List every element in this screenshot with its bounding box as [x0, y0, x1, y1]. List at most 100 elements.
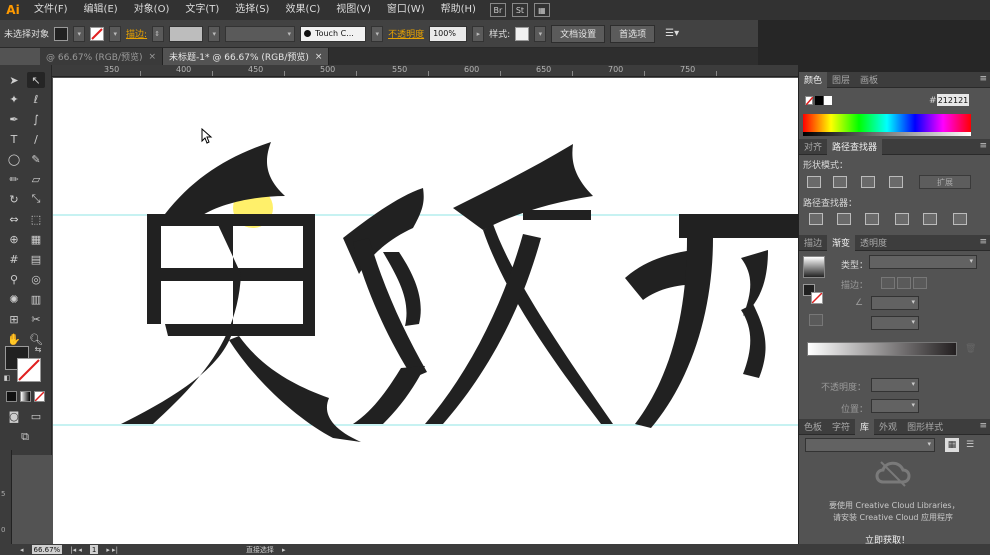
stroke-dropdown-icon[interactable]: ▾: [109, 25, 122, 42]
graphic-style-swatch[interactable]: [515, 26, 530, 41]
gradient-tool-icon[interactable]: ▤: [27, 251, 45, 267]
gradient-aspect-field[interactable]: ▾: [871, 316, 919, 330]
grid-view-icon[interactable]: ▦: [945, 438, 959, 452]
tab-appearance[interactable]: 外观: [874, 419, 902, 435]
first-artboard-icon[interactable]: |◂ ◂: [70, 546, 82, 554]
panel-menu-icon[interactable]: ≡: [979, 74, 987, 84]
arrange-documents-icon[interactable]: ▦: [533, 3, 550, 17]
opacity-label[interactable]: 不透明度: [388, 27, 424, 40]
eyedropper-tool-icon[interactable]: ⚲: [5, 271, 23, 287]
type-tool-icon[interactable]: T: [5, 131, 23, 147]
tab-stroke[interactable]: 描边: [799, 235, 827, 251]
tab-character[interactable]: 字符: [827, 419, 855, 435]
change-screen-mode-icon[interactable]: ⧉: [16, 429, 34, 445]
perspective-grid-tool-icon[interactable]: ▦: [27, 231, 45, 247]
glyph-2[interactable]: [343, 144, 613, 424]
line-tool-icon[interactable]: /: [27, 131, 45, 147]
mesh-tool-icon[interactable]: #: [5, 251, 23, 267]
artboard-number-field[interactable]: 1: [89, 545, 99, 554]
tab-artboards[interactable]: 画板: [855, 72, 883, 88]
pen-tool-icon[interactable]: ✒: [5, 111, 23, 127]
tab-swatches[interactable]: 色板: [799, 419, 827, 435]
menu-edit[interactable]: 编辑(E): [76, 0, 126, 20]
glyph-3[interactable]: [625, 214, 798, 428]
menu-effect[interactable]: 效果(C): [277, 0, 328, 20]
brush-dropdown-icon[interactable]: ▾: [371, 25, 384, 42]
pencil-tool-icon[interactable]: ✏: [5, 171, 23, 187]
fill-swatch[interactable]: [54, 26, 69, 41]
blend-tool-icon[interactable]: ◎: [27, 271, 45, 287]
unite-icon[interactable]: [807, 176, 821, 188]
scale-tool-icon[interactable]: ⤡: [27, 191, 45, 207]
black-swatch[interactable]: [815, 96, 823, 105]
stroke-weight-field[interactable]: [169, 25, 204, 42]
stroke-color-box[interactable]: [17, 358, 41, 382]
gradient-type-select[interactable]: ▾: [869, 255, 977, 269]
fill-dropdown-icon[interactable]: ▾: [73, 25, 86, 42]
ellipse-tool-icon[interactable]: ◯: [5, 151, 23, 167]
intersect-icon[interactable]: [861, 176, 875, 188]
vertical-ruler[interactable]: 5 0: [0, 450, 12, 548]
menu-view[interactable]: 视图(V): [328, 0, 379, 20]
none-swatch-icon[interactable]: [805, 96, 813, 105]
bridge-icon[interactable]: Br: [489, 3, 506, 17]
gradient-stroke-box[interactable]: [811, 292, 823, 304]
stock-icon[interactable]: St: [511, 3, 528, 17]
tab-transparency[interactable]: 透明度: [855, 235, 892, 251]
selection-tool-icon[interactable]: ➤: [5, 72, 23, 88]
brush-definition-field[interactable]: Touch C...: [300, 25, 367, 42]
tab-libraries[interactable]: 库: [855, 418, 875, 435]
white-swatch[interactable]: [824, 96, 832, 105]
crop-icon[interactable]: [895, 213, 909, 225]
glyph-1[interactable]: [121, 142, 361, 442]
close-icon[interactable]: ×: [149, 52, 157, 62]
color-spectrum[interactable]: [803, 114, 971, 132]
zoom-field[interactable]: 66.67%: [31, 545, 63, 554]
rotate-tool-icon[interactable]: ↻: [5, 191, 23, 207]
artboard-tool-icon[interactable]: ⊞: [5, 311, 23, 327]
stroke-stepper-icon[interactable]: ⇕: [152, 25, 165, 42]
paintbrush-tool-icon[interactable]: ✎: [27, 151, 45, 167]
close-icon[interactable]: ×: [315, 52, 323, 62]
tool-status[interactable]: 直接选择: [246, 545, 274, 555]
color-spectrum-shade[interactable]: [803, 132, 971, 136]
stroke-swatch[interactable]: [90, 26, 105, 41]
panel-menu-icon[interactable]: ≡: [979, 421, 987, 431]
gradient-slider[interactable]: [807, 342, 957, 356]
minus-back-icon[interactable]: [953, 213, 967, 225]
stroke-weight-dropdown[interactable]: ▾: [208, 25, 221, 42]
hex-value-field[interactable]: 212121: [937, 94, 969, 106]
opacity-dropdown-icon[interactable]: ▸: [472, 25, 485, 42]
preferences-button[interactable]: 首选项: [610, 24, 656, 43]
draw-normal-icon[interactable]: ◙: [5, 408, 23, 424]
exclude-icon[interactable]: [889, 176, 903, 188]
tab-graphic-styles[interactable]: 图形样式: [902, 419, 948, 435]
gradient-opacity-field[interactable]: ▾: [871, 378, 919, 392]
swap-fill-stroke-icon[interactable]: ⇆: [32, 344, 44, 354]
gradient-angle-field[interactable]: ▾: [871, 296, 919, 310]
expand-button[interactable]: 扩展: [919, 175, 971, 189]
menu-file[interactable]: 文件(F): [26, 0, 76, 20]
arrange-icon[interactable]: ☰▾: [660, 26, 682, 42]
stroke-along-icon[interactable]: [897, 277, 911, 289]
screen-mode-icon[interactable]: ▭: [27, 408, 45, 424]
gradient-preview[interactable]: [803, 256, 825, 278]
reverse-gradient-icon[interactable]: [809, 314, 823, 326]
eraser-tool-icon[interactable]: ▱: [27, 171, 45, 187]
stroke-within-icon[interactable]: [881, 277, 895, 289]
tab-document-untitled-1[interactable]: 未标题-1* @ 66.67% (RGB/预览) ×: [163, 48, 330, 65]
status-menu-icon[interactable]: ▸: [282, 546, 286, 554]
stroke-across-icon[interactable]: [913, 277, 927, 289]
hand-tool-icon[interactable]: ✋: [5, 331, 23, 347]
menu-window[interactable]: 窗口(W): [379, 0, 433, 20]
outline-icon[interactable]: [923, 213, 937, 225]
menu-select[interactable]: 选择(S): [227, 0, 277, 20]
graphic-style-dropdown-icon[interactable]: ▾: [534, 25, 547, 42]
merge-icon[interactable]: [865, 213, 879, 225]
panel-menu-icon[interactable]: ≡: [979, 141, 987, 151]
horizontal-ruler[interactable]: 350 400 450 500 550 600 650 700 750: [40, 65, 798, 77]
menu-type[interactable]: 文字(T): [177, 0, 227, 20]
tab-layers[interactable]: 图层: [827, 72, 855, 88]
tab-pathfinder[interactable]: 路径查找器: [827, 138, 883, 155]
width-tool-icon[interactable]: ⇔: [5, 211, 23, 227]
